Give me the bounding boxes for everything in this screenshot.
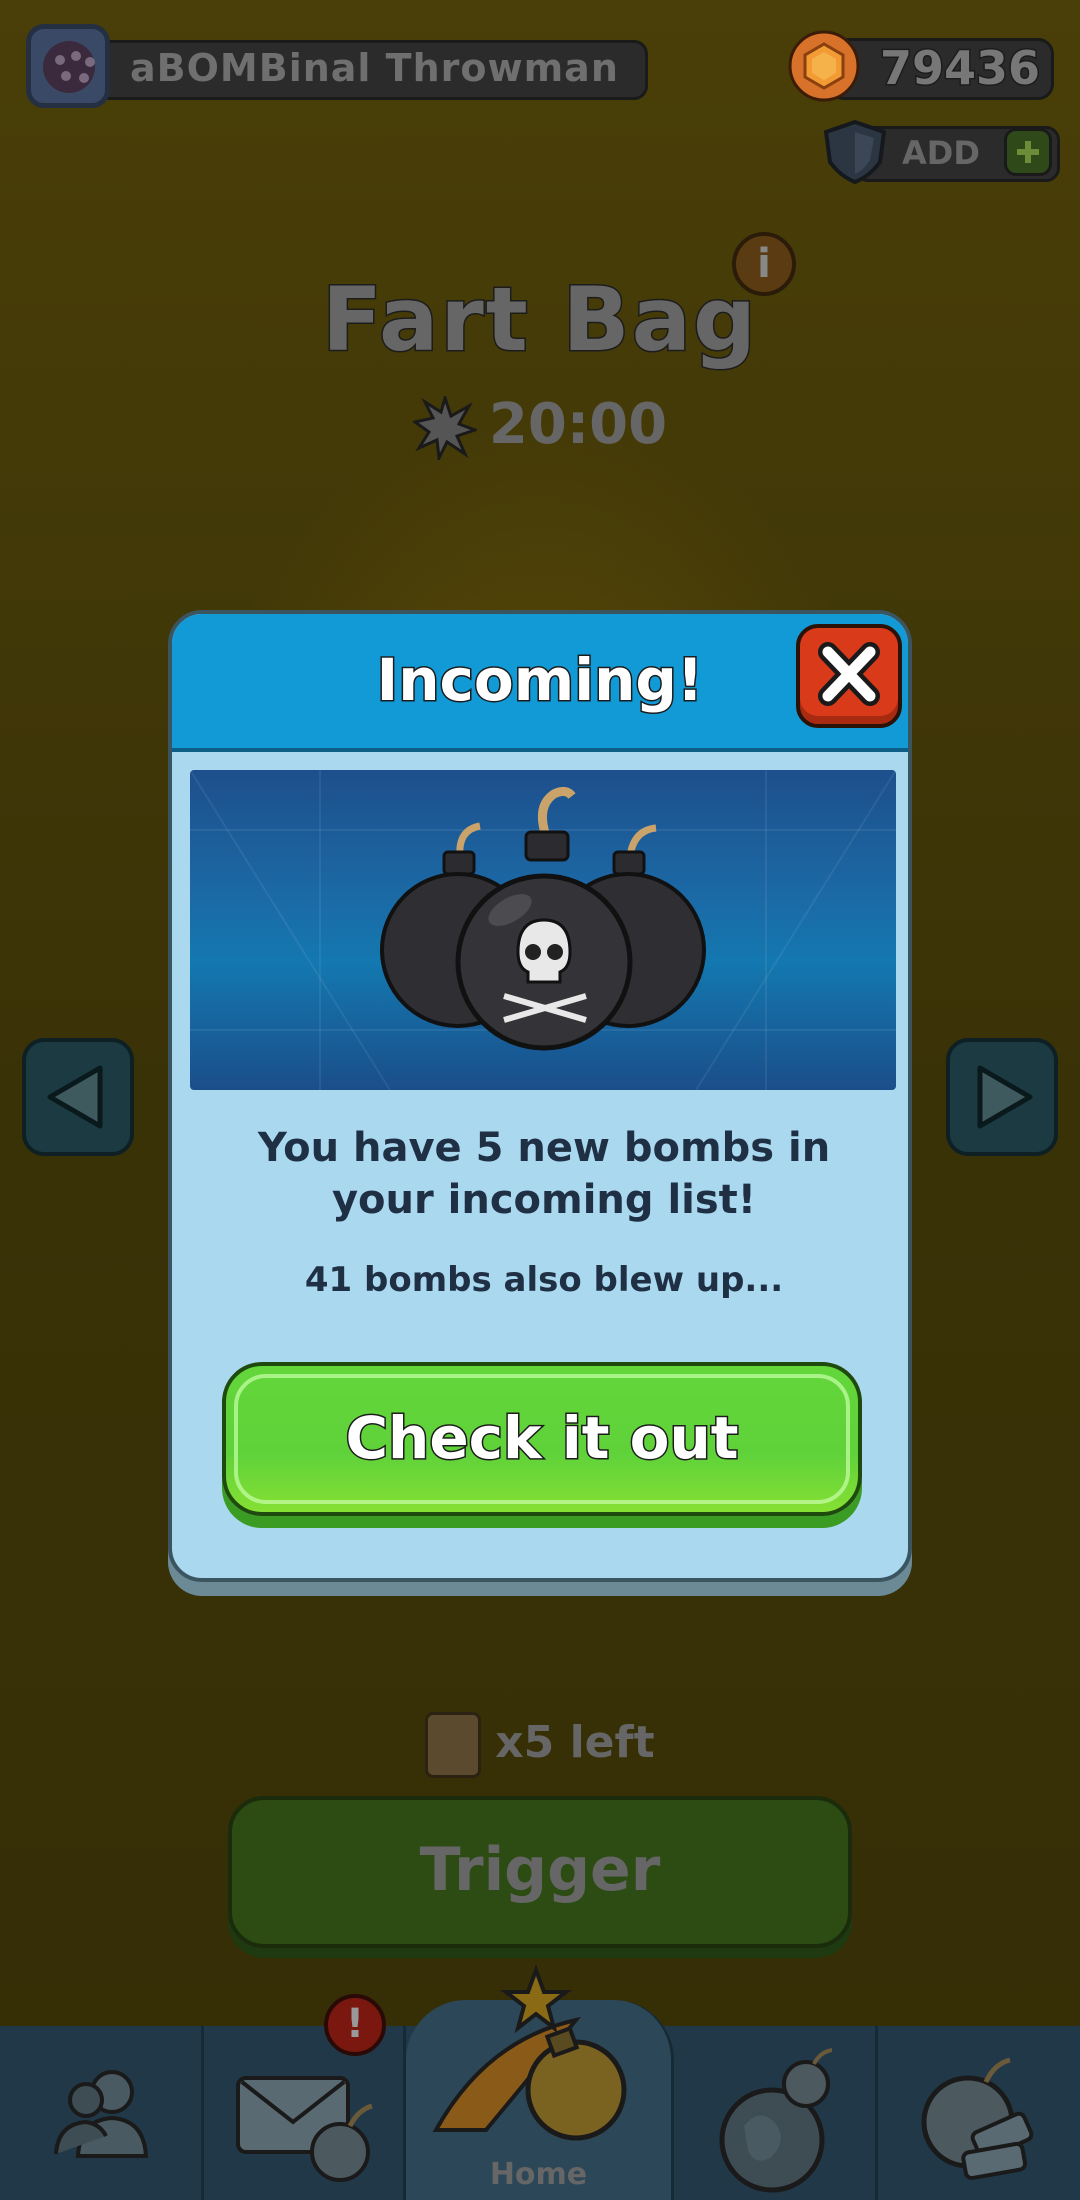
bombs-illustration	[190, 770, 896, 1090]
coin-count: 79436	[878, 40, 1041, 97]
notification-badge: !	[324, 1994, 386, 2056]
player-profile[interactable]: aBOMBinal Throwman	[26, 24, 648, 108]
previous-arrow-button[interactable]	[22, 1038, 134, 1156]
bombs-image	[190, 770, 896, 1090]
fart-bag-icon	[425, 1712, 482, 1778]
nav-item-friends[interactable]	[0, 2026, 204, 2200]
bomb-shop-icon	[921, 2057, 1034, 2181]
coin-icon	[788, 30, 860, 102]
blew-up-message: 41 bombs also blew up...	[304, 1260, 784, 1300]
close-button[interactable]	[796, 624, 902, 728]
add-label: ADD	[902, 134, 980, 172]
arrow-right-icon	[977, 1065, 1033, 1129]
close-icon	[818, 642, 880, 706]
nav-item-home[interactable]: Home	[406, 1964, 674, 2200]
coin-balance[interactable]: 79436	[788, 30, 1054, 102]
trigger-button[interactable]: Trigger	[228, 1796, 852, 1948]
check-it-out-label: Check it out	[344, 1403, 740, 1474]
page-title: Fart Bag	[321, 267, 758, 373]
explosion-icon	[412, 395, 477, 460]
incoming-message: You have 5 new bombs in your incoming li…	[257, 1125, 831, 1223]
player-name: aBOMBinal Throwman	[130, 46, 619, 90]
avatar-face-icon	[43, 41, 95, 93]
nav-item-mail[interactable]: !	[204, 1994, 406, 2200]
arrow-left-icon	[47, 1065, 103, 1129]
mail-bomb-icon	[236, 2076, 373, 2182]
bags-remaining: x5 left	[0, 1712, 1080, 1778]
plus-icon	[1004, 128, 1052, 176]
home-bomb-icon	[432, 1964, 627, 2141]
add-shield-button[interactable]: ADD	[820, 118, 1060, 184]
nav-item-shop[interactable]	[878, 2026, 1080, 2200]
incoming-dialog: Incoming! You have 5 new bombs in your i…	[168, 610, 912, 1582]
bottom-nav: ! Home	[0, 1964, 1080, 2200]
friends-icon	[54, 2070, 149, 2158]
globe-bomb-icon	[719, 2048, 833, 2193]
avatar[interactable]	[26, 24, 110, 108]
bags-left-text: x5 left	[495, 1717, 655, 1768]
check-it-out-button[interactable]: Check it out	[222, 1362, 862, 1516]
next-arrow-button[interactable]	[946, 1038, 1058, 1156]
nav-item-world[interactable]	[674, 2026, 878, 2200]
shield-icon	[823, 119, 887, 184]
nav-label-home: Home	[489, 2157, 588, 2192]
fuse-timer: 20:00	[0, 392, 1080, 460]
timer-value: 20:00	[488, 392, 668, 457]
info-button[interactable]: i	[732, 232, 796, 296]
